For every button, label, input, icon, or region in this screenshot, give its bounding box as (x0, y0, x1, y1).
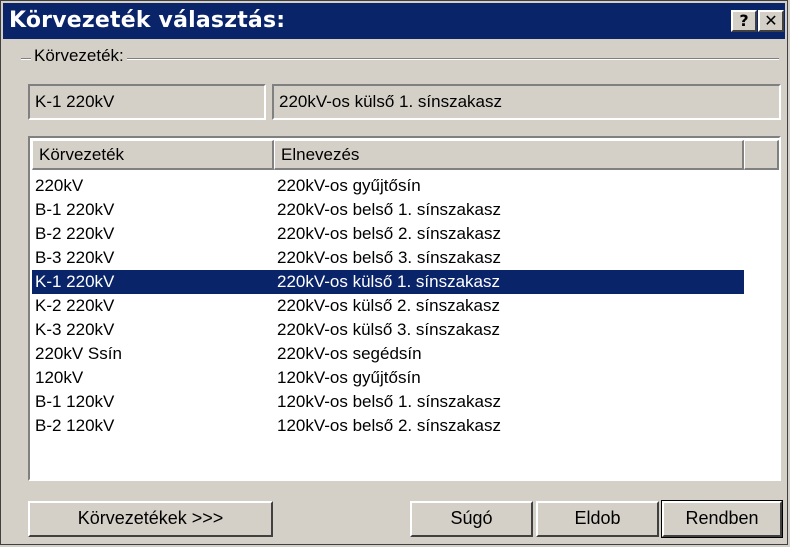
row-code: B-2 120kV (35, 416, 115, 435)
row-code: 220kV Ssín (35, 344, 122, 363)
list-row[interactable]: K-1 220kV 220kV-os külső 1. sínszakasz (32, 270, 744, 294)
groupbox-line (21, 58, 779, 60)
title-bar[interactable]: Körvezeték választás: ? ✕ (3, 3, 785, 39)
korvezetekek-button[interactable]: Körvezetékek >>> (28, 501, 273, 537)
row-name: 220kV-os belső 1. sínszakasz (277, 200, 501, 219)
list-row[interactable]: B-3 220kV 220kV-os belső 3. sínszakasz (32, 246, 777, 270)
row-name: 220kV-os külső 2. sínszakasz (277, 296, 501, 315)
row-code: B-2 220kV (35, 224, 115, 243)
list-row[interactable]: B-2 120kV 120kV-os belső 2. sínszakasz (32, 414, 777, 438)
row-name: 220kV-os külső 3. sínszakasz (277, 320, 501, 339)
column-header-korvezetek[interactable]: Körvezeték (32, 140, 274, 170)
row-code: B-1 120kV (35, 392, 115, 411)
selected-code-field: K-1 220kV (28, 84, 266, 120)
list-row[interactable]: K-3 220kV 220kV-os külső 3. sínszakasz (32, 318, 777, 342)
row-code: K-2 220kV (35, 296, 115, 315)
selected-name-field: 220kV-os külső 1. sínszakasz (272, 84, 781, 120)
korvezetek-list[interactable]: Körvezeték Elnevezés 220kV 220kV-os gyűjt… (28, 136, 781, 481)
cancel-button[interactable]: Eldob (536, 501, 659, 537)
list-row[interactable]: B-1 220kV 220kV-os belső 1. sínszakasz (32, 198, 777, 222)
row-code: B-1 220kV (35, 200, 115, 219)
row-name: 220kV-os segédsín (277, 344, 422, 363)
help-button[interactable]: ? (731, 10, 757, 32)
list-rows: 220kV 220kV-os gyűjtősín B-1 220kV 220kV-os… (32, 174, 777, 438)
list-row[interactable]: B-2 220kV 220kV-os belső 2. sínszakasz (32, 222, 777, 246)
list-row[interactable]: 220kV 220kV-os gyűjtősín (32, 174, 777, 198)
group-label: Körvezeték: (31, 46, 127, 66)
row-code: B-3 220kV (35, 248, 115, 267)
list-row[interactable]: B-1 120kV 120kV-os belső 1. sínszakasz (32, 390, 777, 414)
help-text-button[interactable]: Súgó (410, 501, 533, 537)
row-code: 120kV (35, 368, 84, 387)
row-name: 120kV-os belső 2. sínszakasz (277, 416, 501, 435)
column-header-elnevezes[interactable]: Elnevezés (274, 140, 744, 170)
row-name: 220kV-os belső 3. sínszakasz (277, 248, 501, 267)
list-row[interactable]: K-2 220kV 220kV-os külső 2. sínszakasz (32, 294, 777, 318)
dialog-title: Körvezeték választás: (9, 8, 286, 33)
row-name: 220kV-os belső 2. sínszakasz (277, 224, 501, 243)
question-mark-icon: ? (739, 11, 749, 30)
column-header-filler (744, 140, 779, 170)
row-name: 120kV-os gyűjtősín (277, 368, 421, 387)
row-name: 220kV-os külső 1. sínszakasz (277, 272, 501, 291)
row-code: K-3 220kV (35, 320, 115, 339)
dialog-window: Körvezeték választás: ? ✕ Körvezeték: K-… (0, 0, 788, 545)
row-name: 120kV-os belső 1. sínszakasz (277, 392, 501, 411)
close-icon: ✕ (764, 11, 778, 30)
ok-button[interactable]: Rendben (661, 500, 783, 538)
close-button[interactable]: ✕ (758, 10, 784, 32)
list-row[interactable]: 120kV 120kV-os gyűjtősín (32, 366, 777, 390)
row-code: K-1 220kV (35, 272, 115, 291)
list-row[interactable]: 220kV Ssín 220kV-os segédsín (32, 342, 777, 366)
row-name: 220kV-os gyűjtősín (277, 176, 421, 195)
row-code: 220kV (35, 176, 84, 195)
